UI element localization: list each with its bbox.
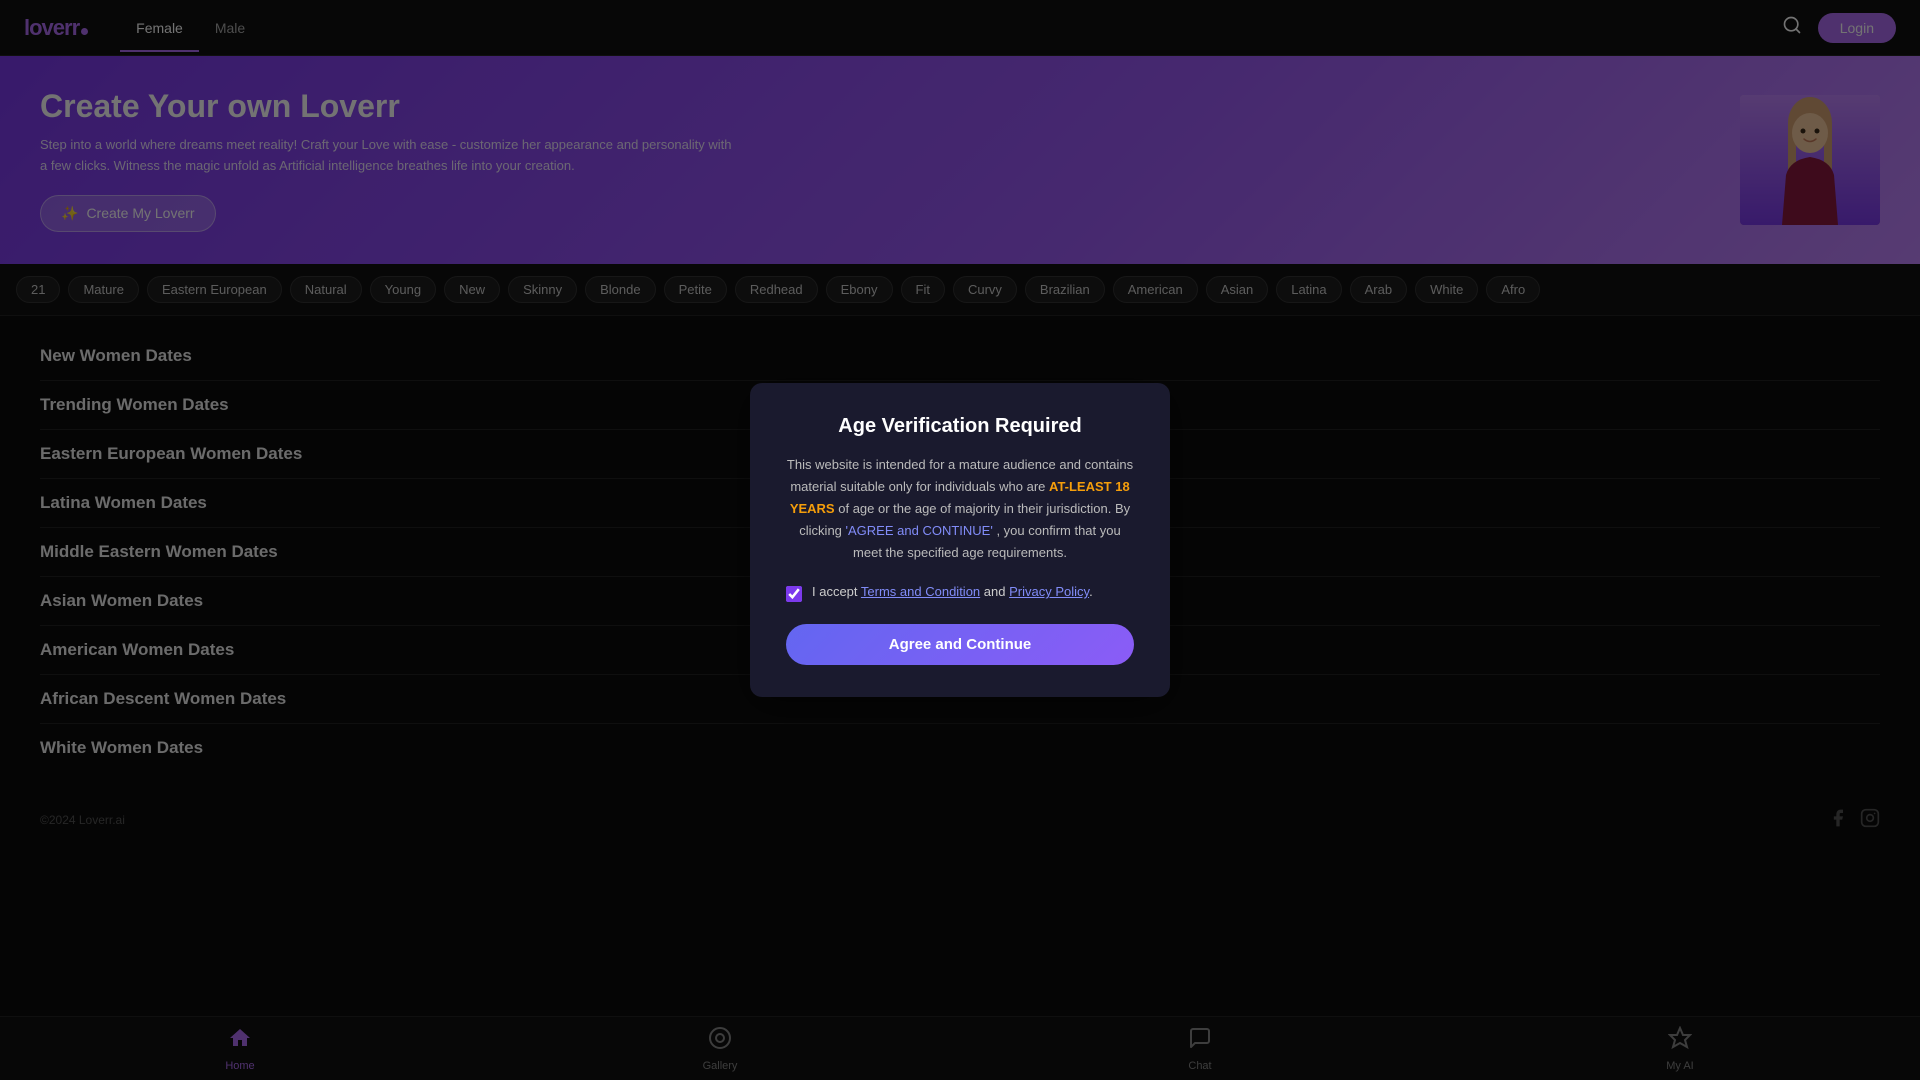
modal-body: This website is intended for a mature au… [786, 454, 1134, 564]
terms-checkbox[interactable] [786, 586, 802, 602]
modal-body-link: 'AGREE and CONTINUE' [846, 523, 993, 538]
agree-continue-button[interactable]: Agree and Continue [786, 624, 1134, 665]
modal-title: Age Verification Required [786, 415, 1134, 438]
age-verification-modal: Age Verification Required This website i… [750, 383, 1170, 697]
terms-link[interactable]: Terms and Condition [861, 584, 980, 599]
modal-overlay: Age Verification Required This website i… [0, 0, 1920, 1080]
modal-accept-text: I accept Terms and Condition and Privacy… [812, 584, 1093, 599]
privacy-link[interactable]: Privacy Policy [1009, 584, 1089, 599]
modal-accept-row: I accept Terms and Condition and Privacy… [786, 584, 1134, 602]
